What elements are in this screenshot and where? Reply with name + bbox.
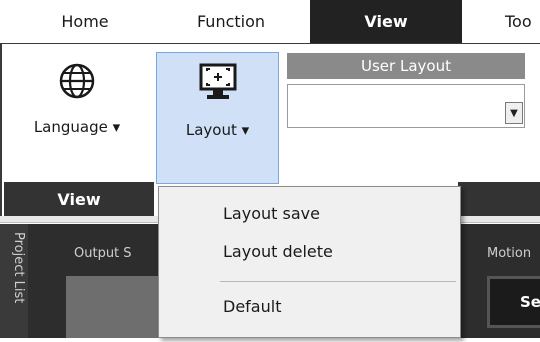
tab-home[interactable]: Home	[30, 0, 140, 43]
project-list-tab-label: Project List	[11, 232, 26, 304]
menu-item-default[interactable]: Default	[159, 289, 460, 323]
dropdown-arrow-icon[interactable]: ▼	[505, 102, 523, 124]
layout-button-label: Layout	[185, 121, 237, 139]
menu-separator	[220, 281, 456, 282]
motion-button[interactable]: Se	[487, 276, 540, 328]
language-button[interactable]: Language ▾	[14, 62, 140, 166]
menu-item-layout-save[interactable]: Layout save	[159, 196, 460, 230]
group-label-bar	[458, 182, 540, 216]
output-preview-area	[66, 276, 166, 338]
language-button-label: Language	[33, 118, 108, 136]
tab-view[interactable]: View	[310, 0, 462, 43]
chevron-down-icon: ▾	[112, 118, 121, 136]
layout-button[interactable]: Layout ▾	[156, 52, 279, 184]
group-label-view: View	[4, 182, 154, 216]
user-layout-header: User Layout	[287, 53, 525, 79]
globe-icon	[58, 62, 96, 104]
output-panel-label: Output S	[74, 246, 132, 261]
user-layout-select[interactable]	[287, 84, 525, 128]
monitor-layout-icon	[198, 63, 238, 105]
motion-panel-label: Motion	[487, 246, 532, 261]
menu-item-layout-delete[interactable]: Layout delete	[159, 234, 460, 268]
tab-tools[interactable]: Too	[505, 0, 540, 43]
tab-function[interactable]: Function	[170, 0, 292, 43]
chevron-down-icon: ▾	[241, 121, 250, 139]
